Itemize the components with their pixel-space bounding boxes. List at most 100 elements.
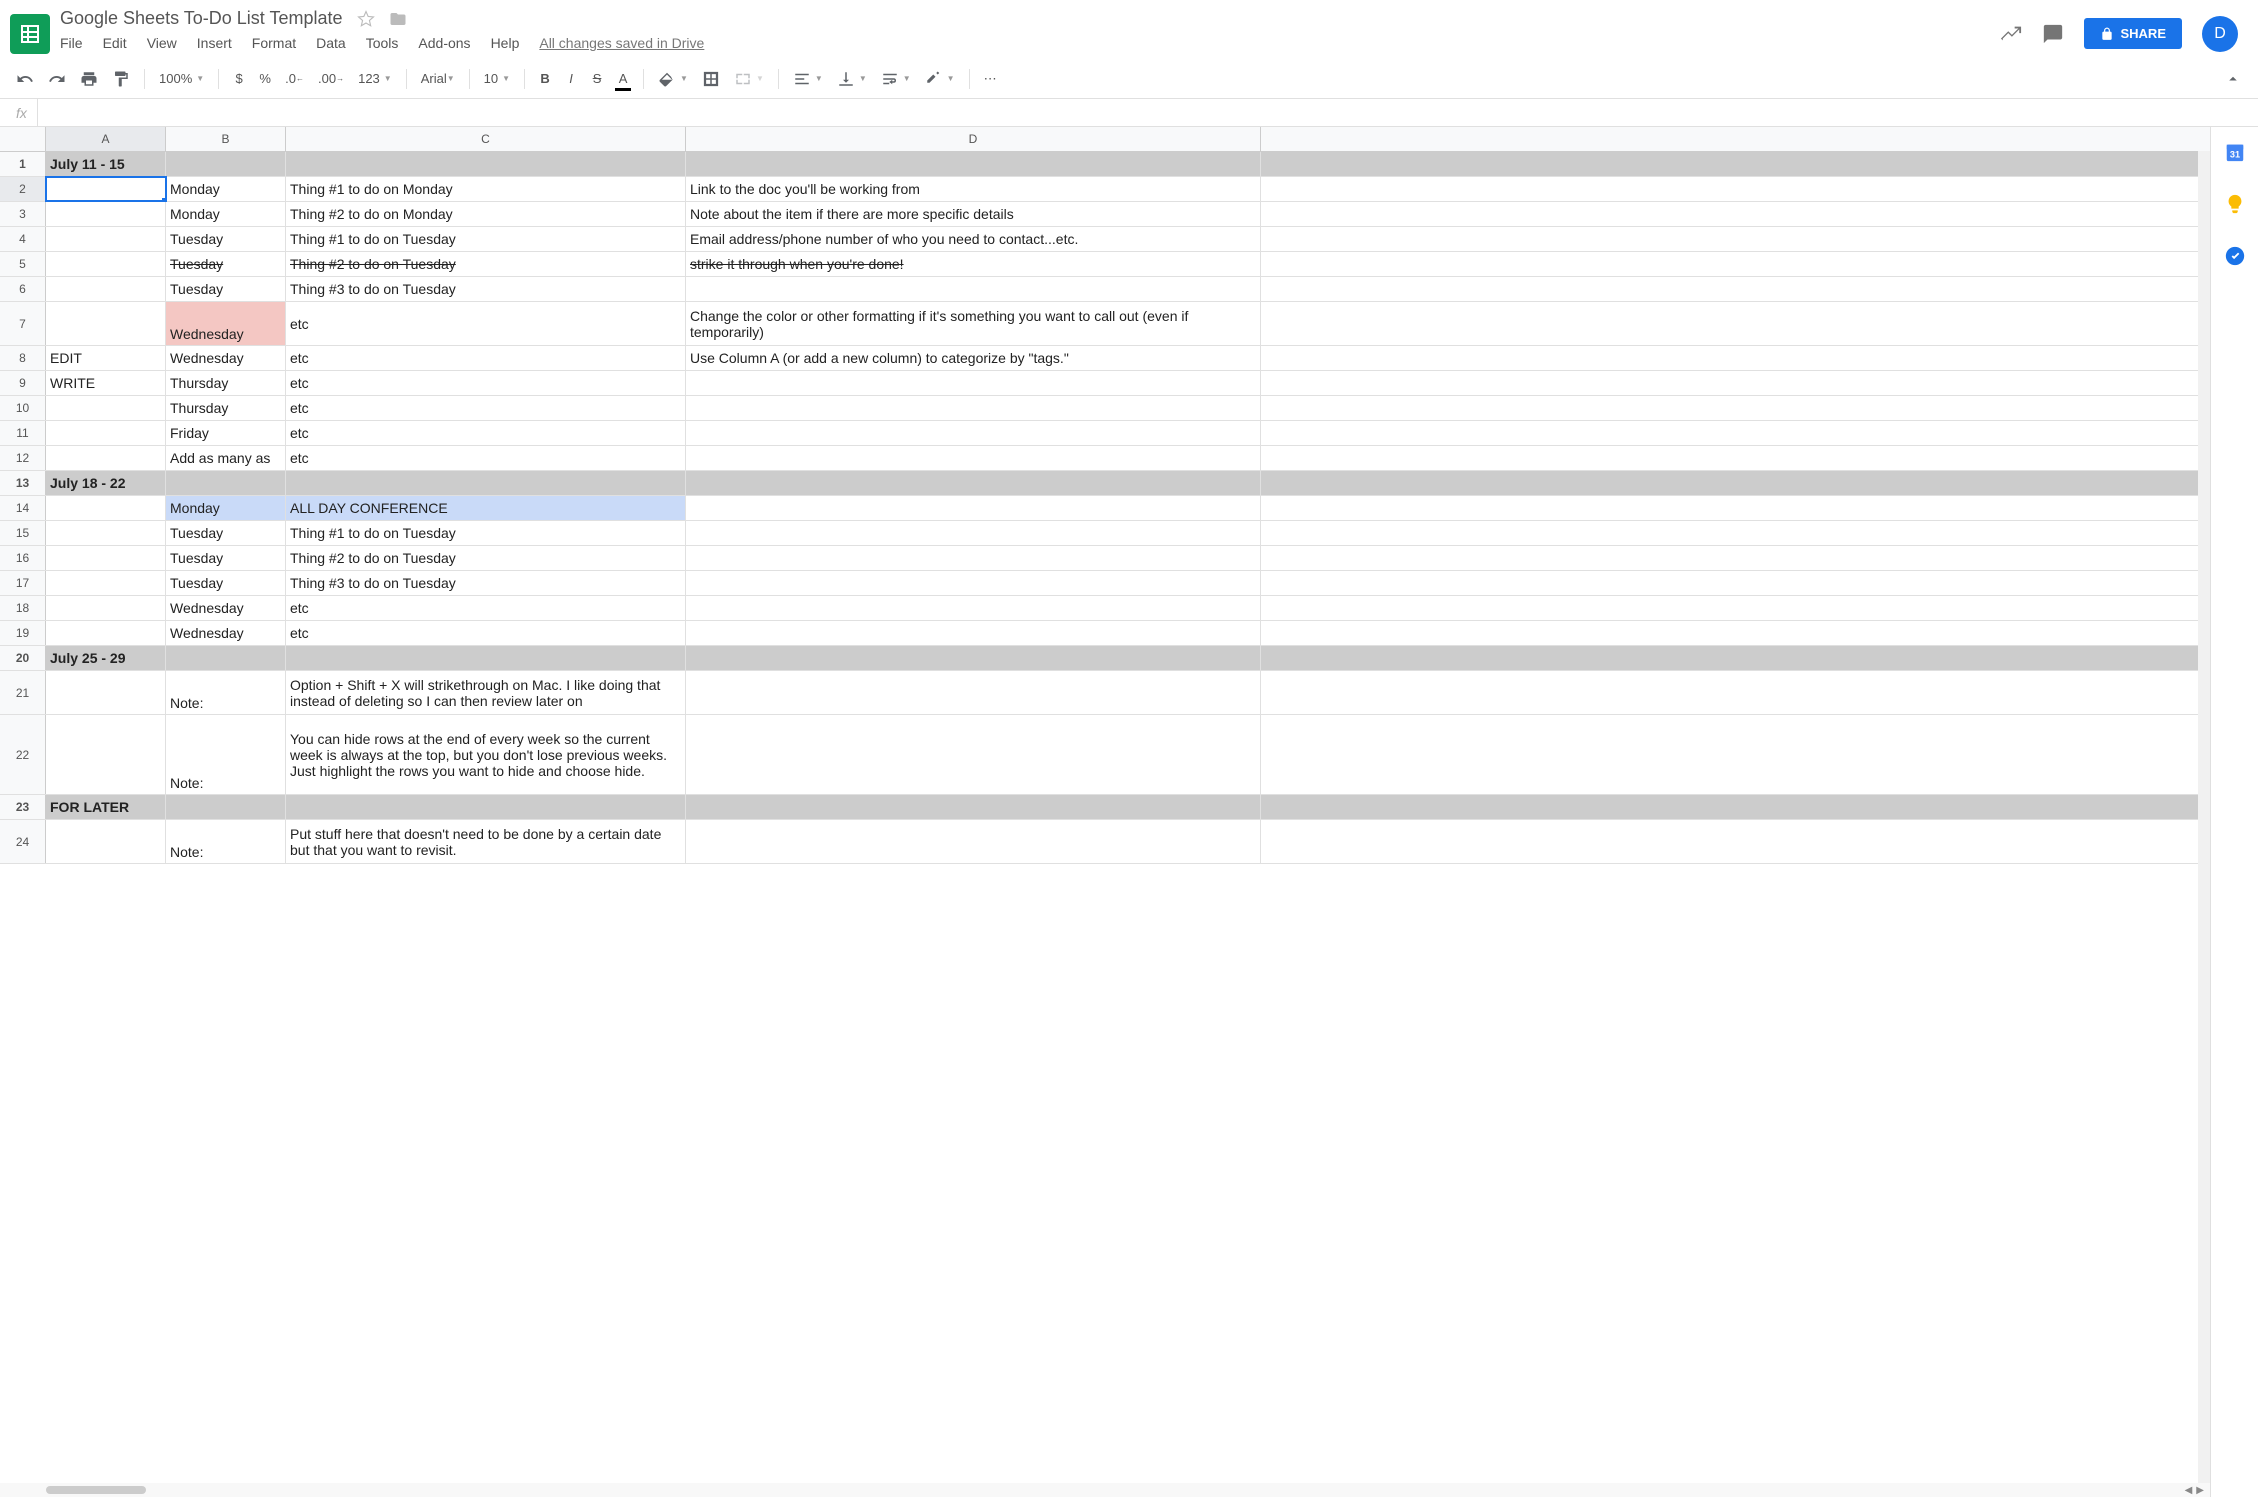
row-header[interactable]: 8 [0, 346, 46, 370]
cell[interactable] [46, 227, 166, 251]
cell[interactable]: Wednesday [166, 346, 286, 370]
cell[interactable]: etc [286, 371, 686, 395]
cell[interactable]: Thing #1 to do on Tuesday [286, 521, 686, 545]
cell[interactable] [166, 646, 286, 670]
row-header[interactable]: 1 [0, 152, 46, 176]
cell[interactable] [46, 446, 166, 470]
cell[interactable] [686, 646, 1261, 670]
row-header[interactable]: 7 [0, 302, 46, 345]
italic-button[interactable]: I [559, 65, 583, 93]
row-header[interactable]: 18 [0, 596, 46, 620]
cell[interactable] [686, 496, 1261, 520]
cell[interactable]: FOR LATER [46, 795, 166, 819]
cell[interactable]: Tuesday [166, 521, 286, 545]
menu-format[interactable]: Format [252, 35, 296, 51]
col-header-a[interactable]: A [46, 127, 166, 151]
wrap-button[interactable]: ▼ [875, 65, 917, 93]
cell[interactable] [46, 571, 166, 595]
row-header[interactable]: 13 [0, 471, 46, 495]
cell[interactable]: July 25 - 29 [46, 646, 166, 670]
cell[interactable]: Add as many as [166, 446, 286, 470]
cell[interactable]: July 11 - 15 [46, 152, 166, 176]
cell[interactable] [686, 421, 1261, 445]
scroll-right[interactable]: ▶ [2196, 1485, 2204, 1496]
row-header[interactable]: 2 [0, 177, 46, 201]
row-header[interactable]: 3 [0, 202, 46, 226]
cell[interactable]: Thing #1 to do on Tuesday [286, 227, 686, 251]
print-button[interactable] [74, 65, 104, 93]
cell[interactable] [686, 521, 1261, 545]
cell[interactable]: Tuesday [166, 571, 286, 595]
row-header[interactable]: 22 [0, 715, 46, 794]
cell[interactable]: Monday [166, 202, 286, 226]
formula-input[interactable] [38, 99, 2252, 126]
cell[interactable]: Email address/phone number of who you ne… [686, 227, 1261, 251]
cell[interactable] [166, 471, 286, 495]
cell[interactable] [686, 715, 1261, 794]
col-header-c[interactable]: C [286, 127, 686, 151]
menu-edit[interactable]: Edit [103, 35, 127, 51]
cell[interactable]: Note: [166, 715, 286, 794]
menu-addons[interactable]: Add-ons [418, 35, 470, 51]
text-color-button[interactable]: A [611, 65, 635, 93]
redo-button[interactable] [42, 65, 72, 93]
cell[interactable]: strike it through when you're done! [686, 252, 1261, 276]
cell[interactable] [686, 152, 1261, 176]
cell[interactable]: Tuesday [166, 546, 286, 570]
row-header[interactable]: 10 [0, 396, 46, 420]
row-header[interactable]: 16 [0, 546, 46, 570]
cell[interactable]: Thing #3 to do on Tuesday [286, 571, 686, 595]
keep-icon[interactable] [2224, 193, 2246, 215]
strikethrough-button[interactable]: S [585, 65, 609, 93]
cell[interactable]: Thing #2 to do on Monday [286, 202, 686, 226]
row-header[interactable]: 5 [0, 252, 46, 276]
cell[interactable] [286, 795, 686, 819]
cell[interactable]: etc [286, 446, 686, 470]
more-button[interactable]: ⋯ [978, 65, 1003, 93]
folder-icon[interactable] [389, 10, 407, 28]
cell[interactable]: EDIT [46, 346, 166, 370]
cell[interactable]: etc [286, 302, 686, 345]
cell[interactable] [46, 596, 166, 620]
cell[interactable]: Note about the item if there are more sp… [686, 202, 1261, 226]
cell[interactable] [46, 177, 166, 201]
sheets-logo[interactable] [10, 14, 50, 54]
cell[interactable] [686, 546, 1261, 570]
borders-button[interactable] [696, 65, 726, 93]
font-size-dropdown[interactable]: 10▼ [478, 65, 516, 93]
cell[interactable]: Link to the doc you'll be working from [686, 177, 1261, 201]
cell[interactable]: etc [286, 596, 686, 620]
cell[interactable]: Note: [166, 671, 286, 714]
cell[interactable]: etc [286, 346, 686, 370]
cell[interactable]: Note: [166, 820, 286, 863]
cell[interactable] [46, 621, 166, 645]
comments-icon[interactable] [2042, 23, 2064, 45]
cell[interactable] [286, 471, 686, 495]
h-align-button[interactable]: ▼ [787, 65, 829, 93]
fx-label[interactable]: fx [6, 99, 38, 126]
col-header-d[interactable]: D [686, 127, 1261, 151]
vertical-scrollbar[interactable] [2198, 151, 2210, 1497]
row-header[interactable]: 23 [0, 795, 46, 819]
tasks-icon[interactable] [2224, 245, 2246, 267]
cell[interactable] [46, 546, 166, 570]
bold-button[interactable]: B [533, 65, 557, 93]
cell[interactable]: Thing #2 to do on Tuesday [286, 546, 686, 570]
merge-button[interactable]: ▼ [728, 65, 770, 93]
avatar[interactable]: D [2202, 16, 2238, 52]
select-all-corner[interactable] [0, 127, 46, 151]
cell[interactable]: Wednesday [166, 302, 286, 345]
horizontal-scrollbar[interactable]: ◀▶ [0, 1483, 2210, 1497]
doc-title[interactable]: Google Sheets To-Do List Template [60, 8, 343, 29]
cell[interactable]: Wednesday [166, 596, 286, 620]
cell[interactable]: Tuesday [166, 227, 286, 251]
cell[interactable] [286, 152, 686, 176]
menu-view[interactable]: View [147, 35, 177, 51]
menu-file[interactable]: File [60, 35, 83, 51]
cell[interactable]: etc [286, 396, 686, 420]
row-header[interactable]: 14 [0, 496, 46, 520]
v-align-button[interactable]: ▼ [831, 65, 873, 93]
save-status[interactable]: All changes saved in Drive [539, 35, 704, 51]
cell[interactable] [686, 371, 1261, 395]
scroll-left[interactable]: ◀ [2185, 1485, 2193, 1496]
